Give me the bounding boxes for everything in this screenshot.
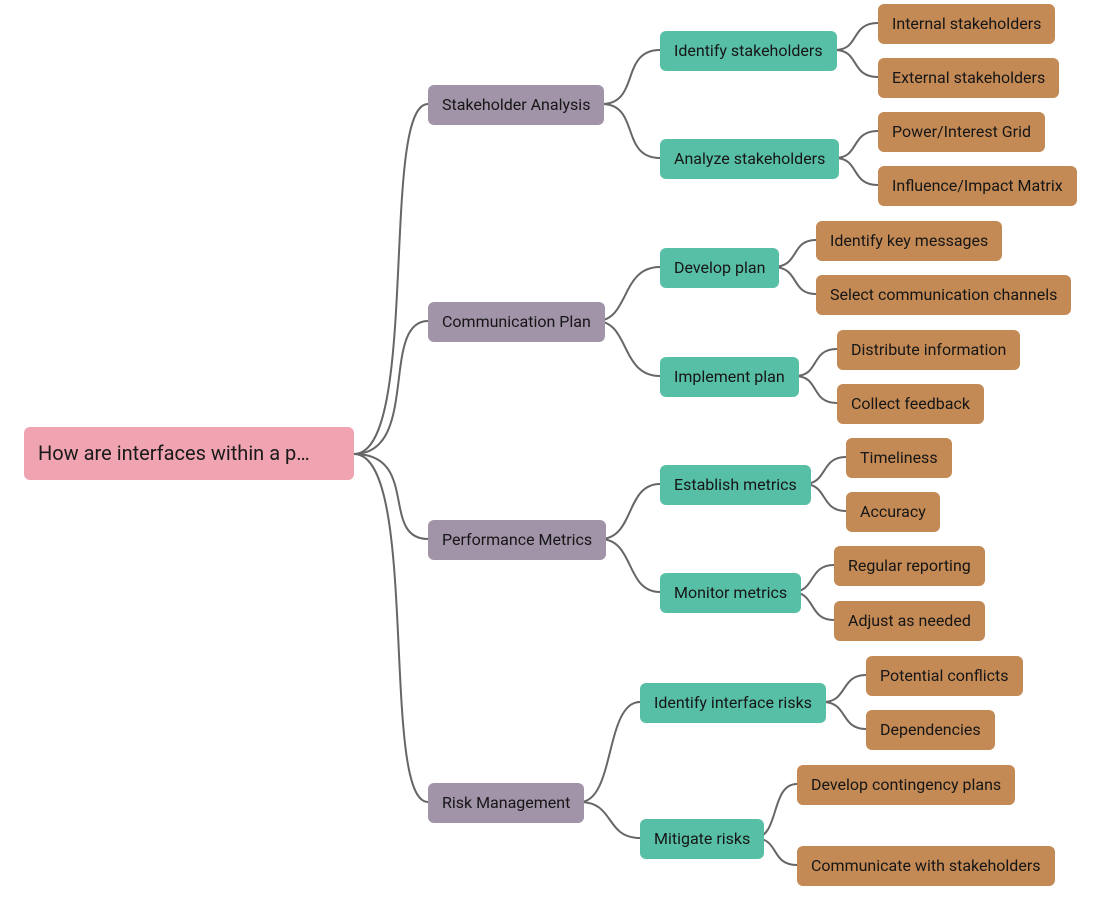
leaf-power-interest-grid[interactable]: Power/Interest Grid <box>878 112 1045 152</box>
branch-label: Performance Metrics <box>442 530 592 549</box>
leaf-label: Influence/Impact Matrix <box>892 176 1063 195</box>
node-develop-plan[interactable]: Develop plan <box>660 248 779 288</box>
node-analyze-stakeholders[interactable]: Analyze stakeholders <box>660 139 839 179</box>
leaf-label: Select communication channels <box>830 285 1057 304</box>
leaf-label: Collect feedback <box>851 394 970 413</box>
root-node[interactable]: How are interfaces within a p… <box>24 427 354 480</box>
leaf-influence-impact-matrix[interactable]: Influence/Impact Matrix <box>878 166 1077 206</box>
leaf-potential-conflicts[interactable]: Potential conflicts <box>866 656 1023 696</box>
node-implement-plan[interactable]: Implement plan <box>660 357 799 397</box>
node-mitigate-risks[interactable]: Mitigate risks <box>640 819 764 859</box>
leaf-select-communication-channels[interactable]: Select communication channels <box>816 275 1071 315</box>
leaf-label: Internal stakeholders <box>892 14 1041 33</box>
leaf-communicate-with-stakeholders[interactable]: Communicate with stakeholders <box>797 846 1055 886</box>
leaf-adjust-as-needed[interactable]: Adjust as needed <box>834 601 985 641</box>
leaf-identify-key-messages[interactable]: Identify key messages <box>816 221 1002 261</box>
branch-label: Risk Management <box>442 793 570 812</box>
leaf-label: Potential conflicts <box>880 666 1009 685</box>
node-label: Establish metrics <box>674 475 797 494</box>
leaf-label: Communicate with stakeholders <box>811 856 1041 875</box>
root-label: How are interfaces within a p… <box>38 441 310 465</box>
branch-performance-metrics[interactable]: Performance Metrics <box>428 520 606 560</box>
leaf-label: External stakeholders <box>892 68 1045 87</box>
node-label: Implement plan <box>674 367 785 386</box>
leaf-label: Regular reporting <box>848 556 971 575</box>
leaf-label: Timeliness <box>860 448 938 467</box>
branch-stakeholder-analysis[interactable]: Stakeholder Analysis <box>428 85 604 125</box>
leaf-external-stakeholders[interactable]: External stakeholders <box>878 58 1059 98</box>
node-label: Analyze stakeholders <box>674 149 825 168</box>
branch-label: Stakeholder Analysis <box>442 95 590 114</box>
leaf-develop-contingency-plans[interactable]: Develop contingency plans <box>797 765 1015 805</box>
leaf-label: Power/Interest Grid <box>892 122 1031 141</box>
leaf-internal-stakeholders[interactable]: Internal stakeholders <box>878 4 1055 44</box>
branch-label: Communication Plan <box>442 312 591 331</box>
leaf-label: Accuracy <box>860 502 926 521</box>
node-monitor-metrics[interactable]: Monitor metrics <box>660 573 801 613</box>
node-label: Develop plan <box>674 258 765 277</box>
leaf-collect-feedback[interactable]: Collect feedback <box>837 384 984 424</box>
leaf-accuracy[interactable]: Accuracy <box>846 492 940 532</box>
leaf-timeliness[interactable]: Timeliness <box>846 438 952 478</box>
node-label: Identify interface risks <box>654 693 812 712</box>
leaf-label: Develop contingency plans <box>811 775 1001 794</box>
node-label: Monitor metrics <box>674 583 787 602</box>
leaf-label: Adjust as needed <box>848 611 971 630</box>
leaf-label: Dependencies <box>880 720 981 739</box>
branch-risk-management[interactable]: Risk Management <box>428 783 584 823</box>
branch-communication-plan[interactable]: Communication Plan <box>428 302 605 342</box>
node-label: Identify stakeholders <box>674 41 823 60</box>
node-identify-stakeholders[interactable]: Identify stakeholders <box>660 31 837 71</box>
leaf-regular-reporting[interactable]: Regular reporting <box>834 546 985 586</box>
node-identify-interface-risks[interactable]: Identify interface risks <box>640 683 826 723</box>
leaf-label: Identify key messages <box>830 231 988 250</box>
leaf-dependencies[interactable]: Dependencies <box>866 710 995 750</box>
leaf-distribute-information[interactable]: Distribute information <box>837 330 1020 370</box>
leaf-label: Distribute information <box>851 340 1006 359</box>
node-establish-metrics[interactable]: Establish metrics <box>660 465 811 505</box>
node-label: Mitigate risks <box>654 829 750 848</box>
